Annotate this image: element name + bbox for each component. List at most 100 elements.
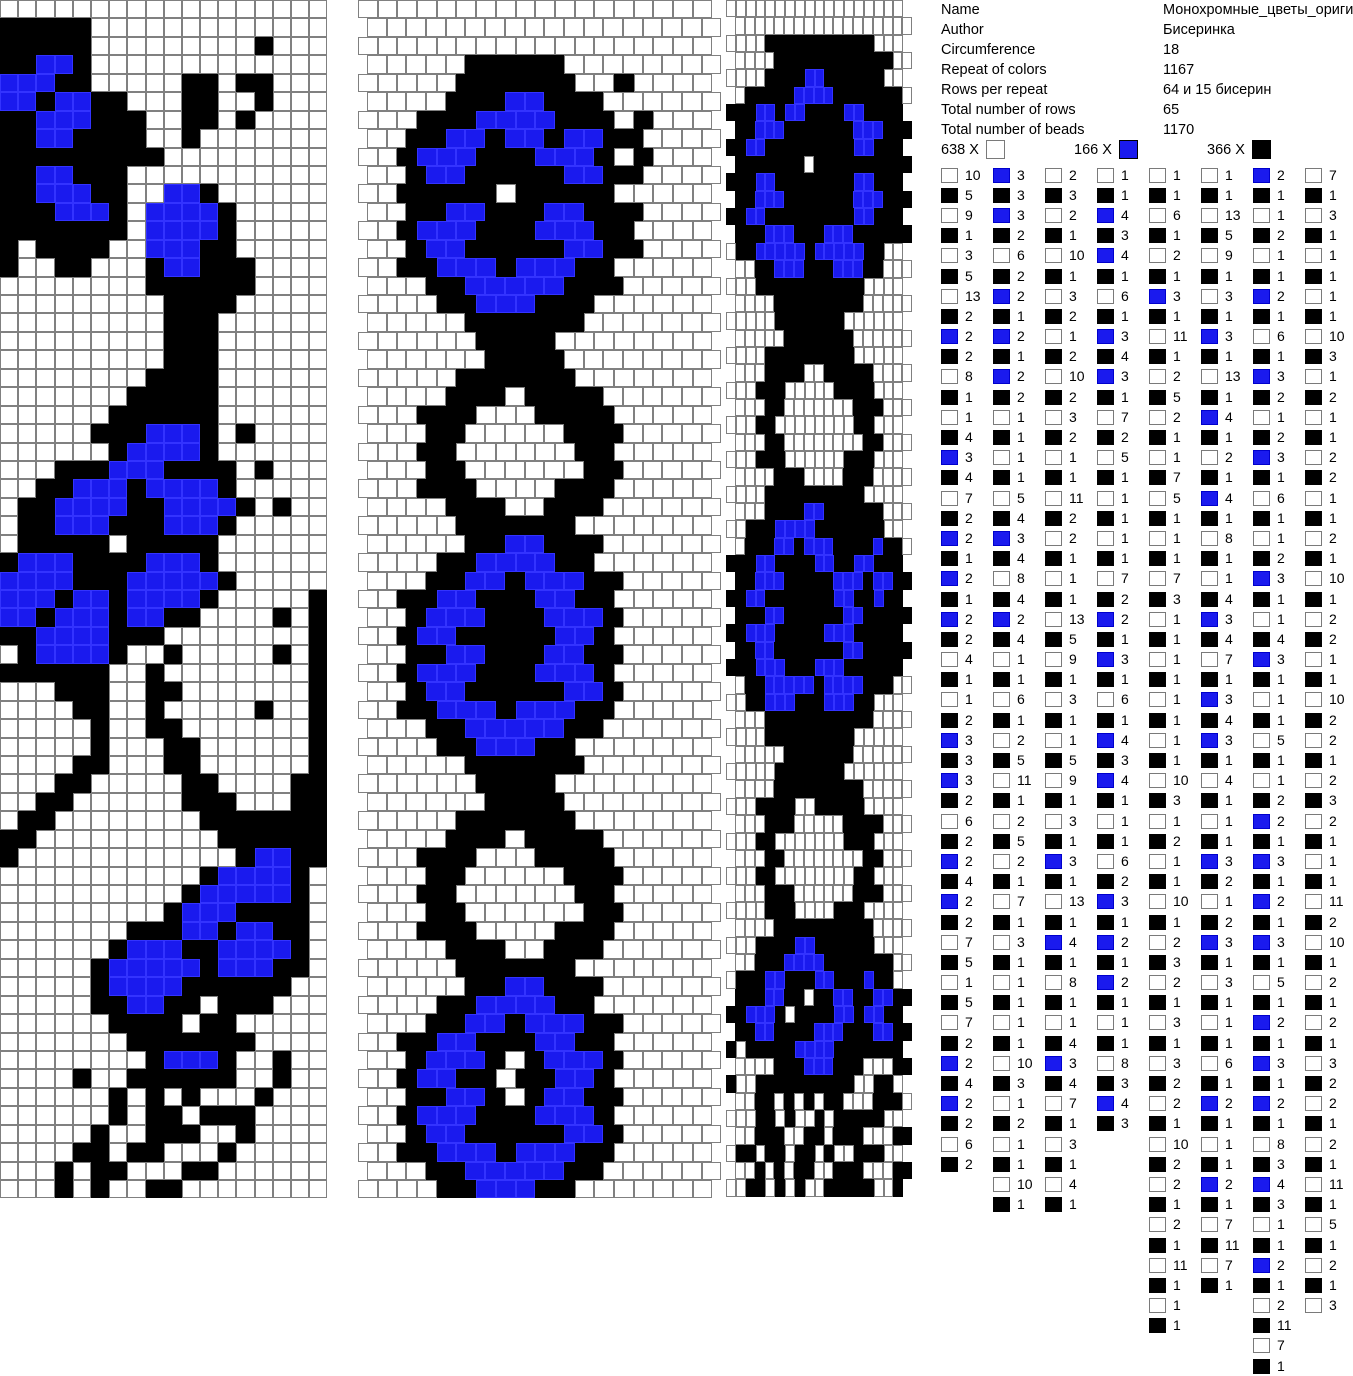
bead-white[interactable] — [145, 129, 164, 148]
bead-white[interactable] — [386, 829, 407, 849]
bead-white[interactable] — [358, 1143, 378, 1162]
bead-white[interactable] — [358, 73, 378, 93]
bead-white[interactable] — [813, 17, 824, 35]
bead-white[interactable] — [701, 719, 722, 738]
bead-black[interactable] — [873, 555, 884, 573]
bead-white[interactable] — [358, 405, 378, 425]
bead-run-item[interactable]: 1 — [1097, 831, 1149, 851]
bead-run-item[interactable]: 1 — [1097, 266, 1149, 286]
bead-black[interactable] — [309, 719, 328, 738]
bead-black[interactable] — [775, 1179, 786, 1197]
bead-white[interactable] — [804, 450, 815, 469]
bead-black[interactable] — [218, 811, 237, 830]
bead-white[interactable] — [236, 0, 255, 19]
bead-blue[interactable] — [563, 682, 584, 701]
bead-blue[interactable] — [563, 1014, 584, 1033]
bead-black[interactable] — [72, 774, 91, 793]
bead-run-item[interactable]: 1 — [1149, 266, 1201, 286]
bead-white[interactable] — [774, 17, 785, 35]
bead-blue[interactable] — [72, 92, 91, 111]
bead-blue[interactable] — [563, 1087, 584, 1107]
bead-run-item[interactable]: 6 — [1097, 690, 1149, 710]
bead-blue[interactable] — [72, 479, 91, 498]
bead-white[interactable] — [127, 792, 146, 812]
bead-white[interactable] — [862, 1127, 873, 1145]
bead-black[interactable] — [476, 368, 496, 388]
bead-black[interactable] — [774, 398, 785, 417]
bead-black[interactable] — [583, 92, 604, 111]
bead-black[interactable] — [775, 208, 786, 226]
bead-blue[interactable] — [181, 184, 201, 203]
bead-black[interactable] — [200, 184, 219, 203]
bead-white[interactable] — [642, 424, 663, 443]
bead-black[interactable] — [784, 1023, 795, 1041]
bead-white[interactable] — [653, 73, 673, 93]
bead-white[interactable] — [291, 682, 310, 701]
bead-blue[interactable] — [54, 608, 73, 627]
bead-black[interactable] — [774, 364, 785, 382]
bead-white[interactable] — [54, 737, 73, 756]
bead-white[interactable] — [682, 18, 702, 37]
bead-black[interactable] — [794, 364, 804, 382]
bead-black[interactable] — [544, 977, 564, 996]
bead-white[interactable] — [0, 442, 19, 461]
bead-white[interactable] — [744, 468, 755, 486]
bead-blue[interactable] — [163, 977, 182, 996]
bead-run-item[interactable]: 2 — [1253, 791, 1305, 811]
bead-black[interactable] — [236, 829, 255, 849]
bead-black[interactable] — [181, 1069, 201, 1088]
bead-black[interactable] — [200, 405, 219, 425]
bead-white[interactable] — [397, 921, 418, 941]
bead-black[interactable] — [813, 988, 824, 1006]
bead-black[interactable] — [755, 832, 766, 850]
bead-run-item[interactable]: 1 — [1149, 1296, 1201, 1316]
bead-white[interactable] — [36, 258, 55, 277]
bead-run-item[interactable]: 13 — [941, 286, 993, 306]
bead-white[interactable] — [662, 92, 682, 111]
bead-black[interactable] — [554, 516, 575, 535]
bead-white[interactable] — [309, 1050, 328, 1070]
bead-black[interactable] — [504, 55, 525, 74]
bead-black[interactable] — [109, 553, 128, 572]
bead-blue[interactable] — [882, 1023, 893, 1041]
bead-white[interactable] — [309, 295, 328, 314]
bead-white[interactable] — [254, 1180, 273, 1199]
bead-black[interactable] — [814, 485, 825, 503]
bead-white[interactable] — [735, 884, 745, 902]
bead-white[interactable] — [36, 1143, 55, 1162]
bead-black[interactable] — [862, 988, 873, 1006]
bead-white[interactable] — [72, 0, 91, 19]
bead-black[interactable] — [804, 312, 815, 330]
bead-white[interactable] — [109, 534, 128, 554]
bead-white[interactable] — [642, 682, 663, 701]
bead-white[interactable] — [633, 258, 654, 277]
bead-white[interactable] — [476, 0, 496, 19]
bead-black[interactable] — [775, 797, 786, 816]
bead-black[interactable] — [735, 104, 746, 122]
bead-white[interactable] — [200, 1143, 219, 1162]
bead-black[interactable] — [902, 572, 913, 590]
bead-white[interactable] — [0, 497, 19, 517]
bead-blue[interactable] — [54, 110, 73, 130]
bead-white[interactable] — [90, 885, 110, 904]
bead-black[interactable] — [735, 988, 745, 1006]
bead-white[interactable] — [862, 780, 873, 798]
bead-white[interactable] — [236, 331, 255, 351]
bead-black[interactable] — [823, 190, 834, 209]
bead-run-item[interactable]: 1 — [1149, 690, 1201, 710]
bead-blue[interactable] — [163, 958, 182, 978]
bead-white[interactable] — [574, 73, 595, 93]
bead-white[interactable] — [843, 17, 854, 35]
bead-black[interactable] — [456, 479, 477, 498]
bead-run-item[interactable]: 5 — [1149, 488, 1201, 508]
bead-white[interactable] — [163, 848, 182, 867]
bead-blue[interactable] — [863, 208, 874, 226]
bead-black[interactable] — [813, 1127, 824, 1145]
bead-black[interactable] — [406, 645, 427, 664]
bead-black[interactable] — [417, 405, 437, 425]
bead-black[interactable] — [200, 387, 219, 406]
bead-white[interactable] — [642, 1050, 663, 1070]
bead-white[interactable] — [465, 460, 486, 480]
bead-white[interactable] — [291, 276, 310, 295]
bead-blue[interactable] — [804, 520, 815, 538]
